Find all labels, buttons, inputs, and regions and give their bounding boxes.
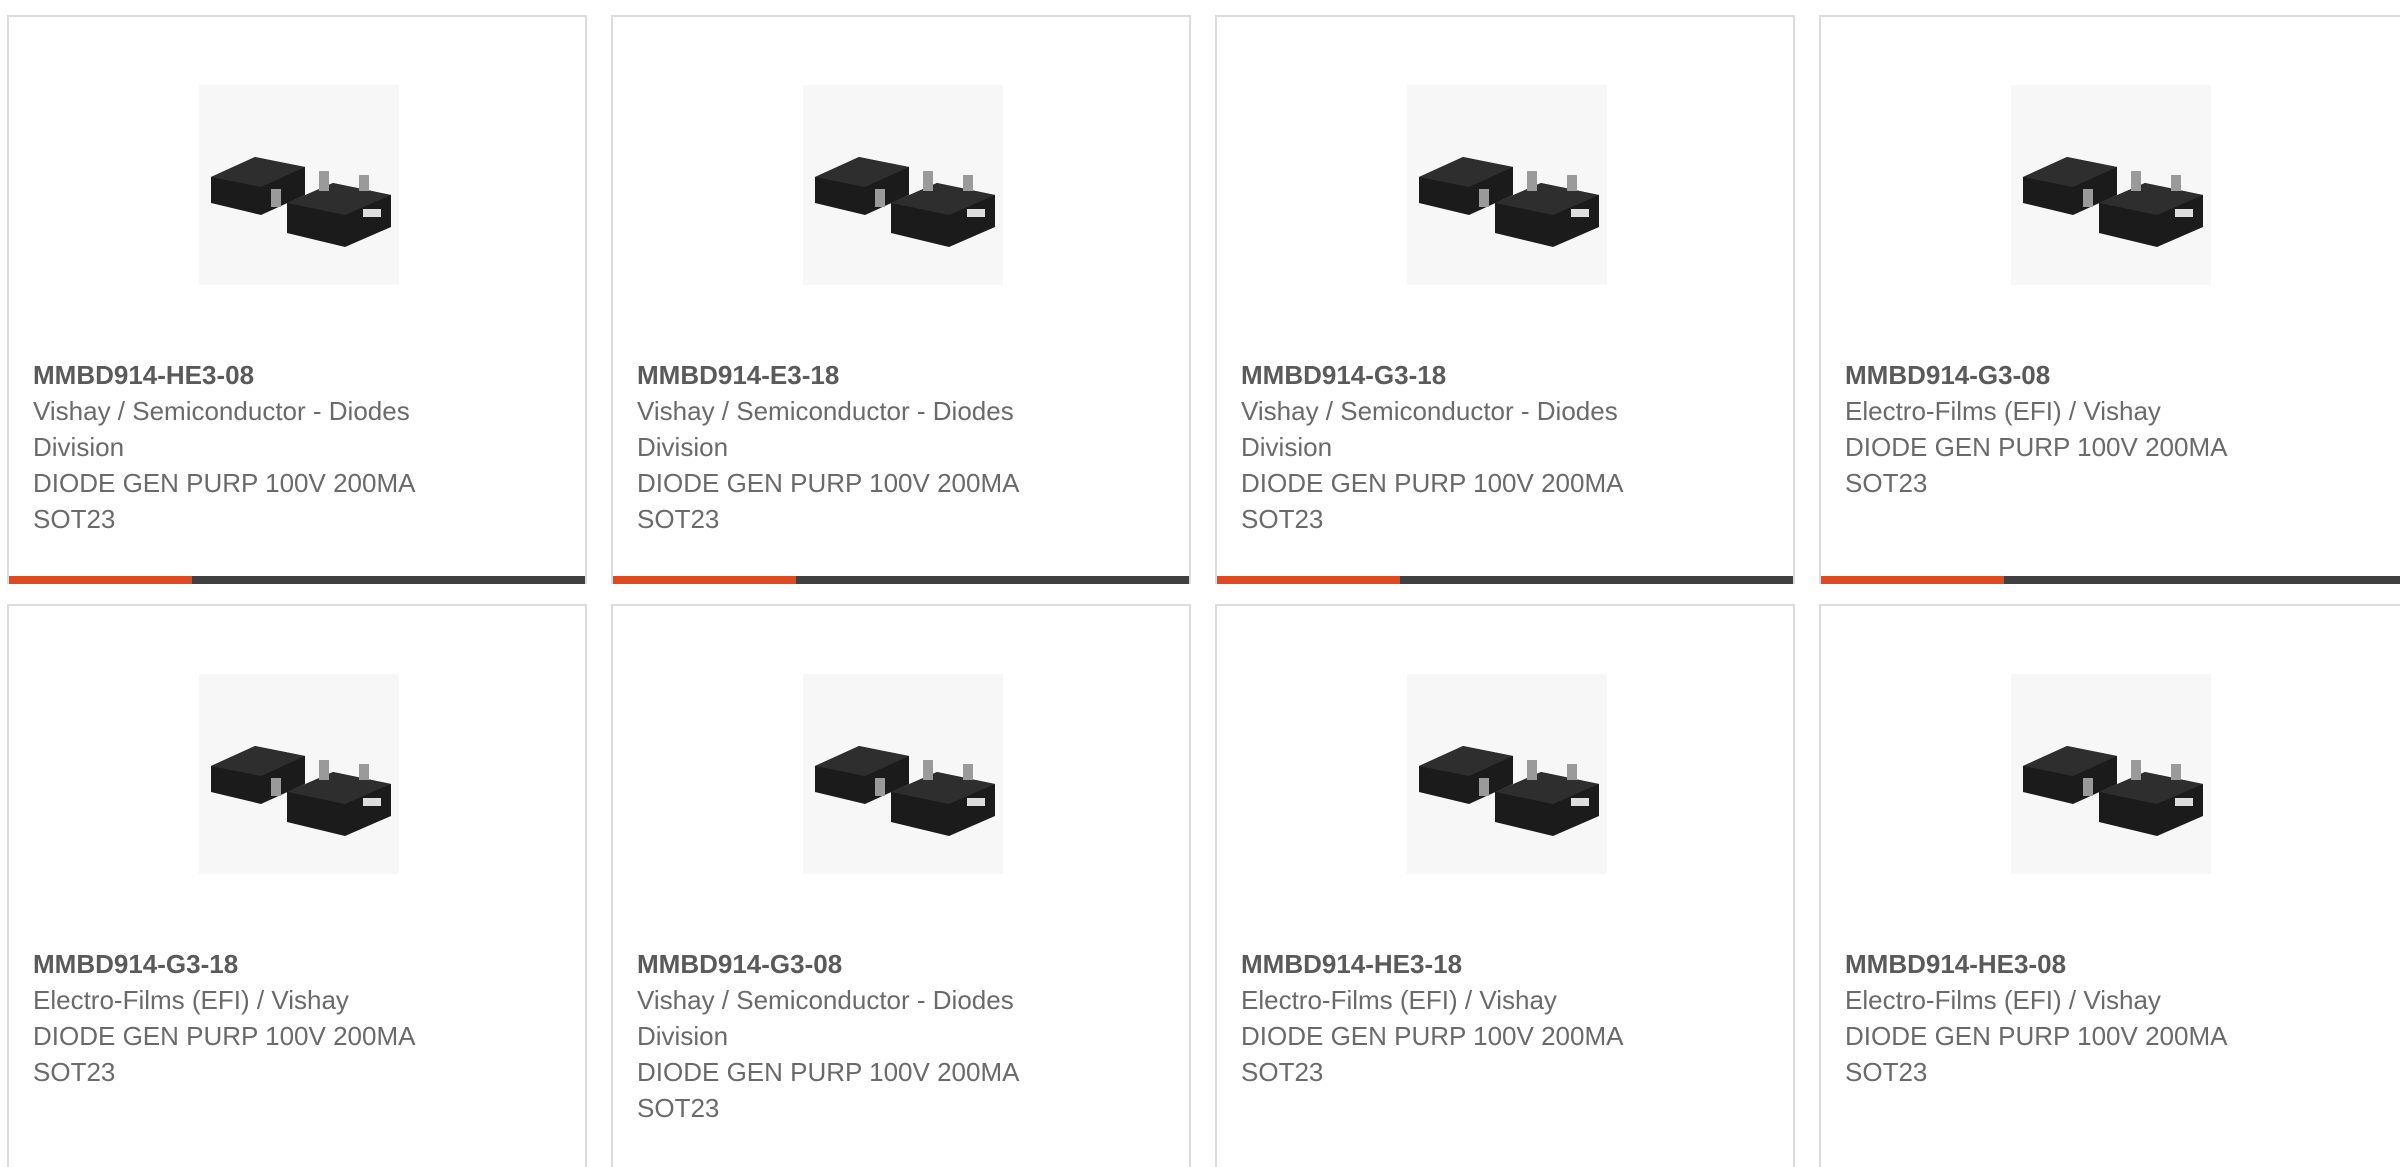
description: DIODE GEN PURP 100V 200MA SOT23	[637, 1057, 1019, 1123]
product-image[interactable]	[199, 674, 399, 874]
product-grid: MMBD914-HE3-08 Vishay / Semiconductor - …	[0, 0, 2400, 1167]
product-card[interactable]: MMBD914-HE3-08 Vishay / Semiconductor - …	[7, 15, 587, 584]
part-number[interactable]: MMBD914-HE3-08	[1845, 946, 2365, 982]
manufacturer: Vishay / Semiconductor - Diodes Division	[33, 396, 410, 462]
card-bottom-bar	[613, 576, 1189, 584]
part-number[interactable]: MMBD914-G3-18	[1241, 357, 1761, 393]
product-card[interactable]: MMBD914-G3-08 Vishay / Semiconductor - D…	[611, 604, 1191, 1167]
sot23-package-icon	[2023, 157, 2203, 247]
card-bottom-bar	[9, 576, 585, 584]
part-number[interactable]: MMBD914-HE3-18	[1241, 946, 1761, 982]
card-info: Electro-Films (EFI) / Vishay DIODE GEN P…	[1845, 393, 2285, 501]
product-card[interactable]: MMBD914-E3-18 Vishay / Semiconductor - D…	[611, 15, 1191, 584]
card-accent-bar	[9, 576, 192, 584]
manufacturer: Vishay / Semiconductor - Diodes Division	[637, 985, 1014, 1051]
product-image[interactable]	[803, 674, 1003, 874]
sot23-package-icon	[2023, 746, 2203, 836]
manufacturer: Electro-Films (EFI) / Vishay	[33, 985, 349, 1015]
manufacturer: Electro-Films (EFI) / Vishay	[1845, 985, 2161, 1015]
sot23-package-icon	[1419, 746, 1599, 836]
product-image[interactable]	[2011, 674, 2211, 874]
product-card[interactable]: MMBD914-G3-18 Electro-Films (EFI) / Vish…	[7, 604, 587, 1167]
part-number[interactable]: MMBD914-G3-08	[1845, 357, 2365, 393]
card-info: Vishay / Semiconductor - Diodes Division…	[1241, 393, 1681, 537]
product-image[interactable]	[803, 85, 1003, 285]
description: DIODE GEN PURP 100V 200MA SOT23	[1845, 1021, 2227, 1087]
sot23-package-icon	[815, 157, 995, 247]
part-number[interactable]: MMBD914-G3-18	[33, 946, 553, 982]
sot23-package-icon	[1419, 157, 1599, 247]
description: DIODE GEN PURP 100V 200MA SOT23	[1241, 468, 1623, 534]
sot23-package-icon	[211, 746, 391, 836]
product-image[interactable]	[1407, 674, 1607, 874]
product-card[interactable]: MMBD914-HE3-18 Electro-Films (EFI) / Vis…	[1215, 604, 1795, 1167]
part-number[interactable]: MMBD914-G3-08	[637, 946, 1157, 982]
description: DIODE GEN PURP 100V 200MA SOT23	[1241, 1021, 1623, 1087]
description: DIODE GEN PURP 100V 200MA SOT23	[1845, 432, 2227, 498]
manufacturer: Electro-Films (EFI) / Vishay	[1241, 985, 1557, 1015]
part-number[interactable]: MMBD914-E3-18	[637, 357, 1157, 393]
card-info: Vishay / Semiconductor - Diodes Division…	[637, 982, 1077, 1126]
sot23-package-icon	[815, 746, 995, 836]
product-card[interactable]: MMBD914-G3-08 Electro-Films (EFI) / Vish…	[1819, 15, 2400, 584]
manufacturer: Vishay / Semiconductor - Diodes Division	[1241, 396, 1618, 462]
card-info: Electro-Films (EFI) / Vishay DIODE GEN P…	[1845, 982, 2285, 1090]
product-card[interactable]: MMBD914-G3-18 Vishay / Semiconductor - D…	[1215, 15, 1795, 584]
card-accent-bar	[613, 576, 796, 584]
description: DIODE GEN PURP 100V 200MA SOT23	[33, 1021, 415, 1087]
card-info: Electro-Films (EFI) / Vishay DIODE GEN P…	[33, 982, 473, 1090]
card-accent-bar	[1217, 576, 1400, 584]
part-number[interactable]: MMBD914-HE3-08	[33, 357, 553, 393]
card-bottom-bar	[1217, 576, 1793, 584]
sot23-package-icon	[211, 157, 391, 247]
description: DIODE GEN PURP 100V 200MA SOT23	[33, 468, 415, 534]
product-image[interactable]	[1407, 85, 1607, 285]
description: DIODE GEN PURP 100V 200MA SOT23	[637, 468, 1019, 534]
product-image[interactable]	[2011, 85, 2211, 285]
card-info: Electro-Films (EFI) / Vishay DIODE GEN P…	[1241, 982, 1681, 1090]
card-bottom-bar	[1821, 576, 2400, 584]
card-info: Vishay / Semiconductor - Diodes Division…	[33, 393, 473, 537]
product-image[interactable]	[199, 85, 399, 285]
card-accent-bar	[1821, 576, 2004, 584]
manufacturer: Vishay / Semiconductor - Diodes Division	[637, 396, 1014, 462]
manufacturer: Electro-Films (EFI) / Vishay	[1845, 396, 2161, 426]
product-card[interactable]: MMBD914-HE3-08 Electro-Films (EFI) / Vis…	[1819, 604, 2400, 1167]
card-info: Vishay / Semiconductor - Diodes Division…	[637, 393, 1077, 537]
